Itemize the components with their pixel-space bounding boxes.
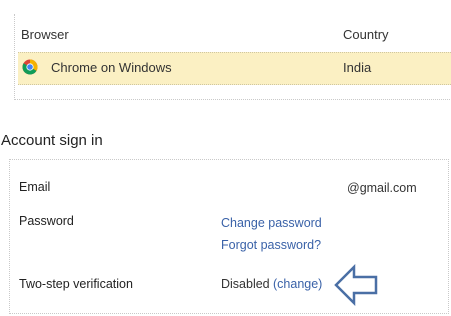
chrome-icon: [22, 59, 38, 75]
two-step-status: Disabled: [221, 277, 270, 291]
column-header-browser: Browser: [21, 27, 69, 42]
forgot-password-link[interactable]: Forgot password?: [221, 238, 321, 252]
column-header-country: Country: [343, 27, 389, 42]
email-value: @gmail.com: [347, 181, 417, 195]
password-label: Password: [19, 214, 74, 228]
two-step-label: Two-step verification: [19, 277, 133, 291]
email-label: Email: [19, 180, 51, 194]
session-country: India: [343, 60, 372, 75]
session-browser: Chrome on Windows: [51, 60, 172, 75]
change-password-link[interactable]: Change password: [221, 216, 322, 230]
section-title: Account sign in: [1, 132, 103, 149]
arrow-left-icon: [334, 264, 378, 306]
two-step-change-link[interactable]: (change): [273, 277, 322, 291]
